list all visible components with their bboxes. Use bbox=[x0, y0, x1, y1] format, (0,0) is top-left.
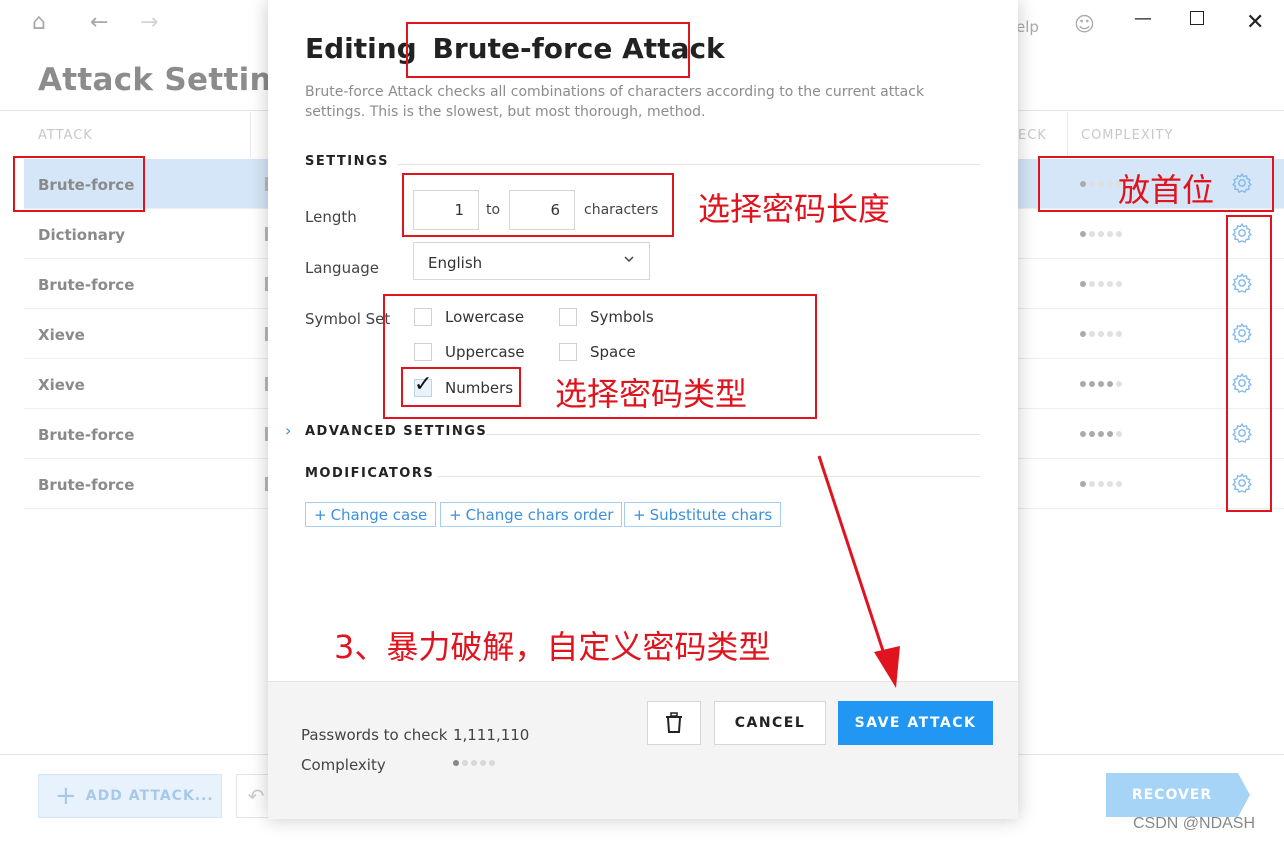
annotation-arrow bbox=[817, 455, 900, 688]
